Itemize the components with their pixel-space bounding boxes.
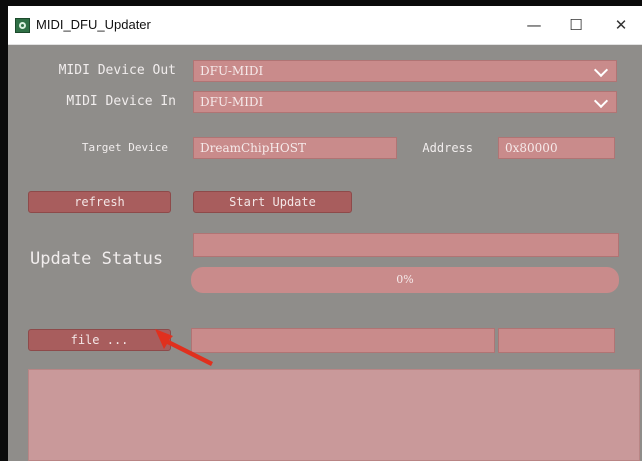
maximize-button[interactable]: ☐ [561,14,591,36]
file-size-field[interactable] [498,328,615,353]
main-panel: MIDI Device Out DFU-MIDI MIDI Device In … [8,45,642,461]
midi-in-select[interactable]: DFU-MIDI [193,91,617,113]
chevron-down-icon [593,93,609,109]
update-progress-bar: 0% [191,267,619,293]
progress-percent: 0% [396,273,414,286]
refresh-button[interactable]: refresh [28,191,171,213]
close-button[interactable]: ✕ [606,14,636,36]
title-bar[interactable]: MIDI_DFU_Updater — ☐ ✕ [8,6,642,45]
start-update-button[interactable]: Start Update [193,191,352,213]
app-icon [15,18,30,33]
app-window: MIDI_DFU_Updater — ☐ ✕ MIDI Device Out D… [8,6,642,461]
address-field[interactable]: 0x80000 [498,137,615,159]
midi-in-value: DFU-MIDI [200,95,264,109]
status-text-field [193,233,619,257]
midi-out-label: MIDI Device Out [58,63,176,78]
midi-out-select[interactable]: DFU-MIDI [193,60,617,82]
target-device-label: Target Device [81,141,168,154]
file-path-field[interactable] [191,328,495,353]
minimize-button[interactable]: — [519,14,549,36]
window-title: MIDI_DFU_Updater [36,17,151,32]
midi-out-value: DFU-MIDI [200,64,264,78]
midi-in-label: MIDI Device In [66,94,176,109]
update-status-label: Update Status [30,249,164,269]
chevron-down-icon [593,62,609,78]
log-output-area[interactable] [28,369,640,461]
address-label: Address [422,141,473,155]
annotation-arrow-icon [155,329,213,366]
target-device-field[interactable]: DreamChipHOST [193,137,397,159]
